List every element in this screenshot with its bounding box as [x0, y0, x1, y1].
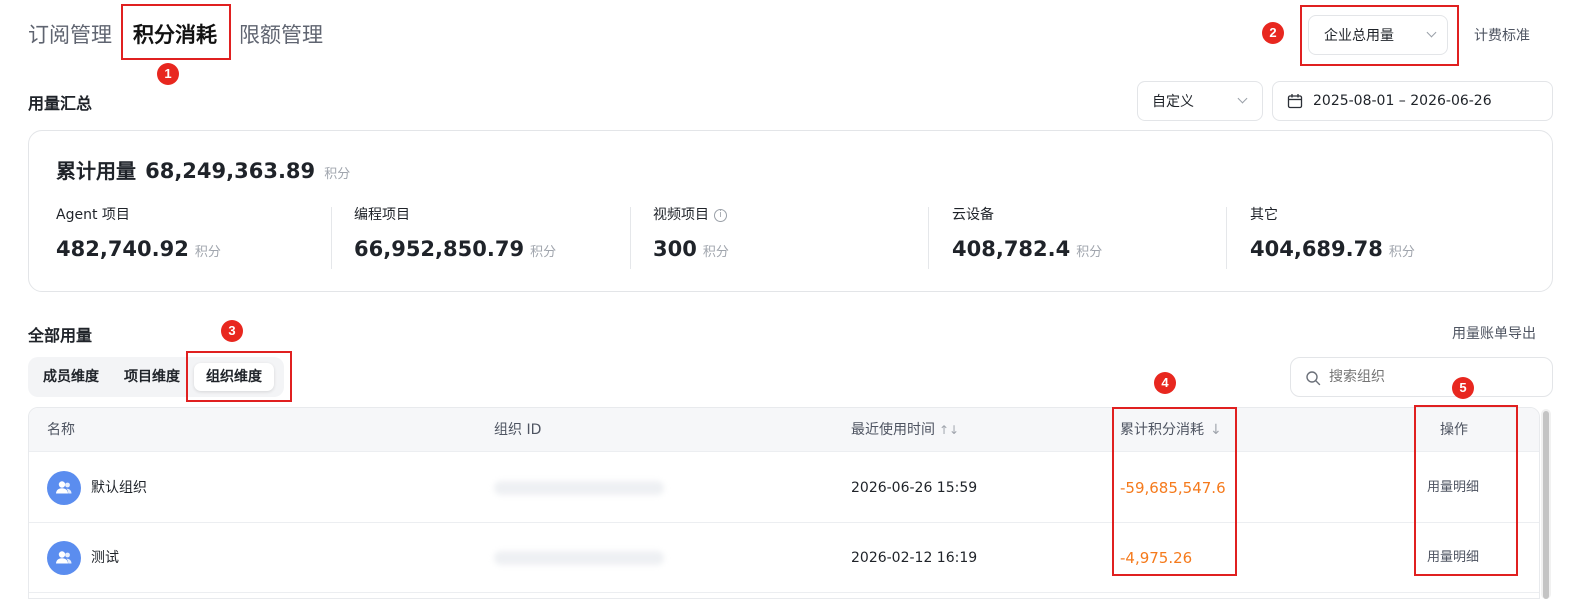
marker-1: 1: [157, 63, 179, 85]
stat-label: 云设备: [952, 207, 994, 223]
usage-detail-link[interactable]: 用量明细: [1427, 548, 1479, 568]
export-bill-link[interactable]: 用量账单导出: [1452, 323, 1536, 343]
stat-cloud-device: 云设备 408,782.4 积分: [952, 205, 1102, 269]
org-id-redacted: [494, 551, 664, 565]
stat-value: 66,952,850.79 积分: [354, 237, 557, 261]
stat-label: 其它: [1250, 207, 1278, 223]
scope-select-value: 企业总用量: [1324, 28, 1394, 44]
org-usage-table: 名称 组织 ID 最近使用时间 ↑↓ 累计积分消耗 ↓ 操作 默认组织 2026-0…: [28, 407, 1540, 599]
billing-standard-link[interactable]: 计费标准: [1474, 25, 1530, 45]
summary-card: 累计用量 68,249,363.89 积分 Agent 项目 482,740.9…: [28, 130, 1553, 292]
divider: [1226, 207, 1227, 269]
total-usage: 累计用量 68,249,363.89 积分: [56, 155, 350, 184]
calendar-icon: [1287, 94, 1303, 109]
stat-label: Agent 项目: [56, 207, 130, 223]
last-used-time: 2026-02-12 16:19: [851, 550, 978, 566]
column-last-used[interactable]: 最近使用时间 ↑↓: [851, 408, 959, 452]
stat-video: 视频项目 i 300 积分: [653, 205, 729, 269]
scope-select[interactable]: 企业总用量: [1308, 15, 1448, 55]
tab-member-dimension[interactable]: 成员维度: [33, 363, 109, 391]
table-header: 名称 组织 ID 最近使用时间 ↑↓ 累计积分消耗 ↓ 操作: [29, 408, 1539, 452]
points-consumed: -59,685,547.6: [1120, 479, 1226, 497]
tab-quota[interactable]: 限额管理: [239, 20, 323, 50]
date-range-picker[interactable]: 2025-08-01 – 2026-06-26: [1272, 81, 1553, 121]
total-usage-unit: 积分: [324, 167, 351, 182]
usage-detail-link[interactable]: 用量明细: [1427, 478, 1479, 498]
table-row[interactable]: 默认组织 2026-06-26 15:59 -59,685,547.6 用量明细: [29, 453, 1539, 523]
marker-3: 3: [221, 320, 243, 342]
marker-2: 2: [1262, 22, 1284, 44]
table-scrollbar[interactable]: [1541, 409, 1551, 599]
sort-icon[interactable]: ↑↓: [939, 423, 959, 437]
date-range-value: 2025-08-01 – 2026-06-26: [1313, 93, 1492, 109]
total-usage-label: 累计用量: [56, 159, 136, 183]
info-icon[interactable]: i: [714, 208, 727, 222]
chevron-down-icon: [1237, 93, 1248, 104]
org-avatar: [47, 541, 81, 575]
stat-other: 其它 404,689.78 积分: [1250, 205, 1415, 269]
group-icon: [56, 481, 72, 494]
range-select-value: 自定义: [1152, 94, 1194, 110]
org-avatar: [47, 471, 81, 505]
tab-subscription[interactable]: 订阅管理: [28, 20, 112, 50]
scrollbar-thumb[interactable]: [1543, 411, 1549, 599]
stat-value: 404,689.78 积分: [1250, 237, 1415, 261]
column-org-id: 组织 ID: [494, 422, 542, 438]
column-action: 操作: [1440, 422, 1468, 438]
divider: [331, 207, 332, 269]
stat-value: 482,740.92 积分: [56, 237, 221, 261]
divider: [928, 207, 929, 269]
search-icon: [1306, 371, 1321, 386]
org-name: 默认组织: [91, 480, 147, 496]
group-icon: [56, 551, 72, 564]
column-name: 名称: [47, 422, 75, 438]
org-search-box: [1290, 357, 1553, 397]
total-usage-value: 68,249,363.89: [145, 159, 316, 183]
stat-agent: Agent 项目 482,740.92 积分: [56, 205, 221, 269]
usage-title: 全部用量: [28, 326, 93, 345]
chevron-down-icon: [1426, 27, 1437, 38]
org-search-input[interactable]: [1329, 366, 1539, 388]
tab-org-dimension[interactable]: 组织维度: [194, 363, 274, 391]
marker-4: 4: [1154, 372, 1176, 394]
stat-value: 300 积分: [653, 237, 729, 261]
sort-desc-icon[interactable]: ↓: [1210, 422, 1222, 438]
dimension-switcher: 成员维度 项目维度 组织维度: [28, 357, 284, 397]
tab-points-consumption[interactable]: 积分消耗: [133, 20, 217, 50]
divider: [630, 207, 631, 269]
stat-label: 视频项目 i: [653, 205, 729, 225]
stat-label: 编程项目: [354, 207, 410, 223]
points-consumed: -4,975.26: [1120, 549, 1193, 567]
table-row[interactable]: 测试 2026-02-12 16:19 -4,975.26 用量明细: [29, 523, 1539, 593]
range-select[interactable]: 自定义: [1137, 81, 1263, 121]
org-id-redacted: [494, 481, 664, 495]
tab-project-dimension[interactable]: 项目维度: [114, 363, 190, 391]
summary-title: 用量汇总: [28, 94, 93, 113]
column-points[interactable]: 累计积分消耗 ↓: [1120, 408, 1222, 452]
stat-coding: 编程项目 66,952,850.79 积分: [354, 205, 556, 269]
org-name: 测试: [91, 550, 119, 566]
marker-5: 5: [1452, 377, 1474, 399]
stat-value: 408,782.4 积分: [952, 237, 1103, 261]
last-used-time: 2026-06-26 15:59: [851, 480, 978, 496]
